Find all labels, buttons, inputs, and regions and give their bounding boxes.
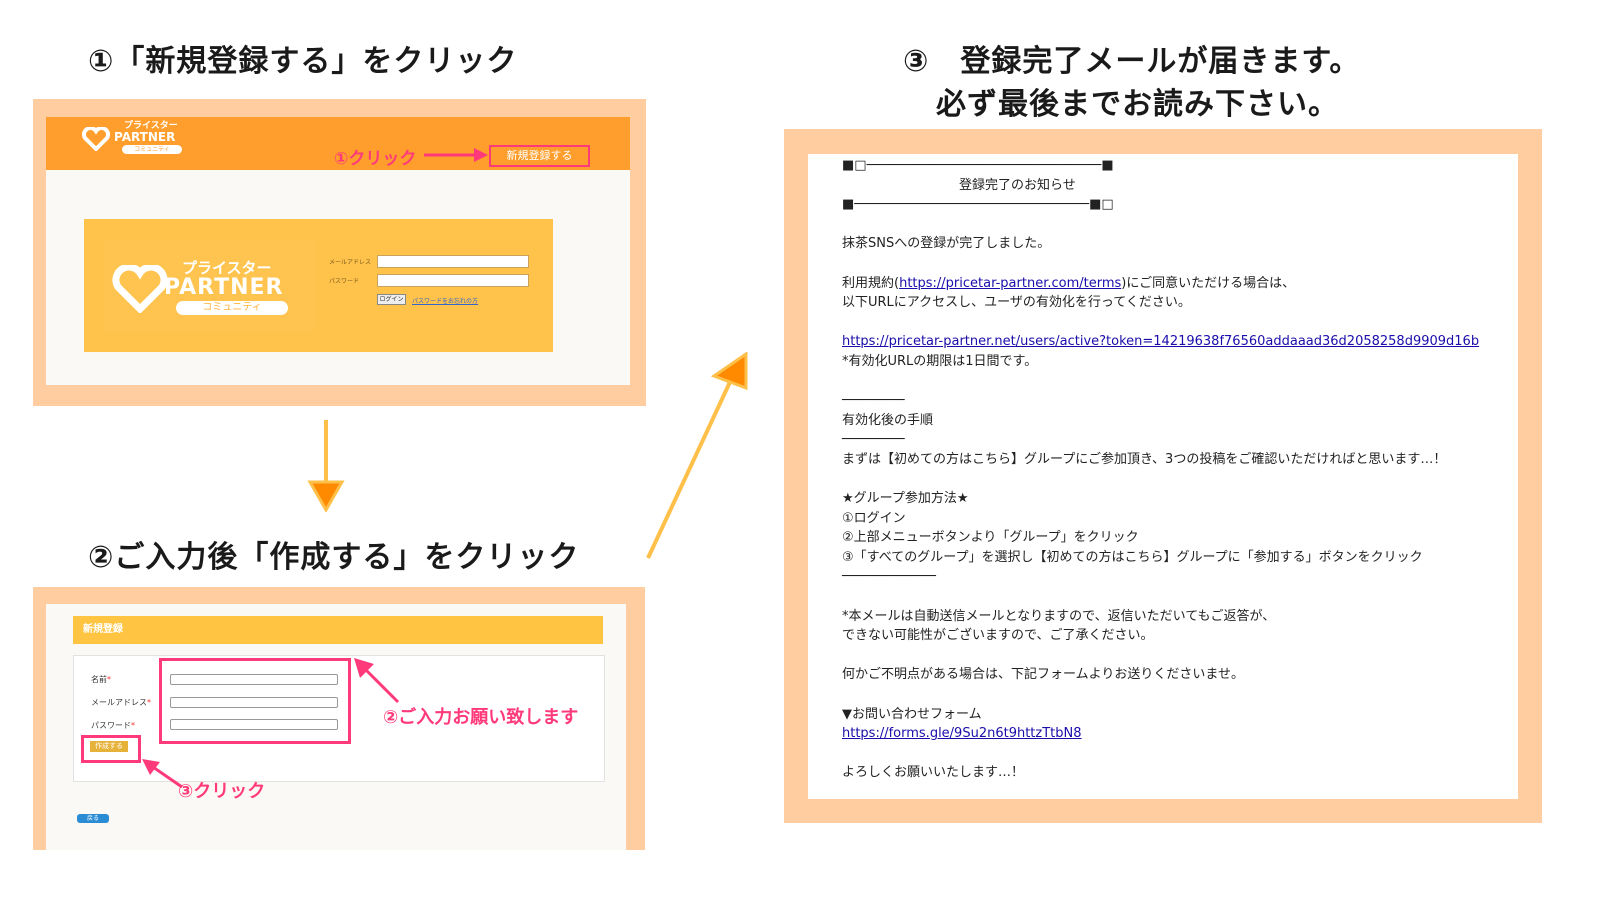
- register-title-bar: 新規登録: [73, 616, 603, 644]
- form-link[interactable]: https://forms.gle/9Su2n6t9httzTtbN8: [842, 724, 1479, 744]
- email-expiry: *有効化URLの期限は1日間です。: [842, 353, 1038, 369]
- password-label: パスワード*: [91, 721, 135, 730]
- email-closing: よろしくお願いいたします…！: [842, 765, 1025, 781]
- email-border-top: ■□──────────────────────────────■: [842, 158, 1114, 173]
- site-header: プライスター PARTNER コミュニティ ①クリック 新規登録する: [46, 117, 630, 170]
- step1-screenshot-frame: プライスター PARTNER コミュニティ ①クリック 新規登録する プライスタ…: [33, 99, 646, 406]
- password-field[interactable]: [377, 274, 529, 287]
- email-terms-line: 利用規約(https://pricetar-partner.com/terms)…: [842, 275, 1296, 291]
- email-field[interactable]: [170, 697, 338, 708]
- step3-screenshot-frame: ■□──────────────────────────────■ 登録完了のお…: [784, 129, 1542, 823]
- step1-page: プライスター PARTNER コミュニティ ①クリック 新規登録する プライスタ…: [46, 117, 630, 385]
- email-notice-title: 登録完了のお知らせ: [959, 177, 1076, 193]
- email-border-bottom: ■──────────────────────────────■□: [842, 197, 1114, 213]
- create-button[interactable]: 作成する: [90, 741, 128, 752]
- email-label: メールアドレス*: [91, 698, 151, 707]
- login-logo: プライスター PARTNER コミュニティ: [104, 241, 314, 331]
- email-completed: 抹茶SNSへの登録が完了しました。: [842, 236, 1051, 252]
- email-procedure-text: まずは【初めての方はこちら】グループにご参加頂き、3つの投稿をご確認いただければ…: [842, 451, 1447, 467]
- email-question: 何かご不明点がある場合は、下記フォームよりお送りくださいませ。: [842, 667, 1244, 683]
- email-field[interactable]: [377, 255, 529, 268]
- login-panel: プライスター PARTNER コミュニティ メールアドレス パスワード ログイン…: [84, 219, 553, 352]
- email-auto-2: できない可能性がございますので、ご了承ください。: [842, 628, 1154, 644]
- email-body: ■□──────────────────────────────■ 登録完了のお…: [808, 154, 1518, 799]
- arrow-down-icon: [307, 420, 345, 512]
- logo-community-pill: コミュニティ: [122, 145, 182, 154]
- click-annotation-1: ①クリック: [334, 149, 417, 169]
- new-register-button[interactable]: 新規登録する: [489, 145, 590, 167]
- step2-heading: ②ご入力後「作成する」をクリック: [88, 540, 580, 575]
- input-annotation: ②ご入力お願い致します: [383, 707, 579, 728]
- password-field[interactable]: [170, 719, 338, 730]
- email-label: メールアドレス: [329, 259, 372, 266]
- login-logo-main: PARTNER: [164, 275, 284, 300]
- email-how-1: ①ログイン: [842, 510, 906, 526]
- email-access-line: 以下URLにアクセスし、ユーザの有効化を行ってください。: [842, 295, 1191, 311]
- name-label: 名前*: [91, 675, 111, 684]
- name-field[interactable]: [170, 674, 338, 685]
- forgot-password-link[interactable]: パスワードをお忘れの方: [412, 296, 478, 305]
- email-how-2: ②上部メニューボタンより「グループ」をクリック: [842, 530, 1139, 546]
- back-button[interactable]: 戻る: [77, 814, 109, 823]
- email-procedure-title: 有効化後の手順: [842, 412, 934, 428]
- login-logo-sub: コミュニティ: [176, 301, 288, 315]
- email-how-title: ★グループ参加方法★: [842, 491, 969, 507]
- login-button[interactable]: ログイン: [377, 294, 406, 305]
- email-dash-2: ────────: [842, 432, 905, 448]
- logo-partner: PARTNER: [114, 130, 176, 144]
- activate-link[interactable]: https://pricetar-partner.net/users/activ…: [842, 332, 1479, 352]
- email-dash-1: ────────: [842, 393, 905, 409]
- arrow-right-icon: [424, 148, 488, 162]
- step3-heading-line1: ③ 登録完了メールが届きます。: [903, 44, 1361, 79]
- terms-link[interactable]: https://pricetar-partner.com/terms: [899, 276, 1121, 291]
- arrow-diagonal-icon: [646, 352, 748, 559]
- email-how-3: ③「すべてのグループ」を選択し【初めての方はこちら】グループに「参加する」ボタン…: [842, 549, 1423, 565]
- email-form-title: ▼お問い合わせフォーム: [842, 706, 982, 722]
- step3-heading-line2: 必ず最後までお読み下さい。: [936, 87, 1339, 122]
- email-dash-long: ────────────: [842, 569, 936, 585]
- password-label: パスワード: [329, 278, 360, 285]
- arrow-upleft-icon: [354, 658, 400, 704]
- email-auto-1: *本メールは自動送信メールとなりますので、返信いただいてもご返答が、: [842, 608, 1276, 624]
- click-annotation-3: ③クリック: [178, 781, 266, 802]
- step1-heading: ①「新規登録する」をクリック: [88, 44, 518, 79]
- site-logo[interactable]: プライスター PARTNER コミュニティ: [82, 121, 202, 161]
- heart-logo-icon: [112, 265, 168, 313]
- heart-logo-icon: [82, 127, 110, 151]
